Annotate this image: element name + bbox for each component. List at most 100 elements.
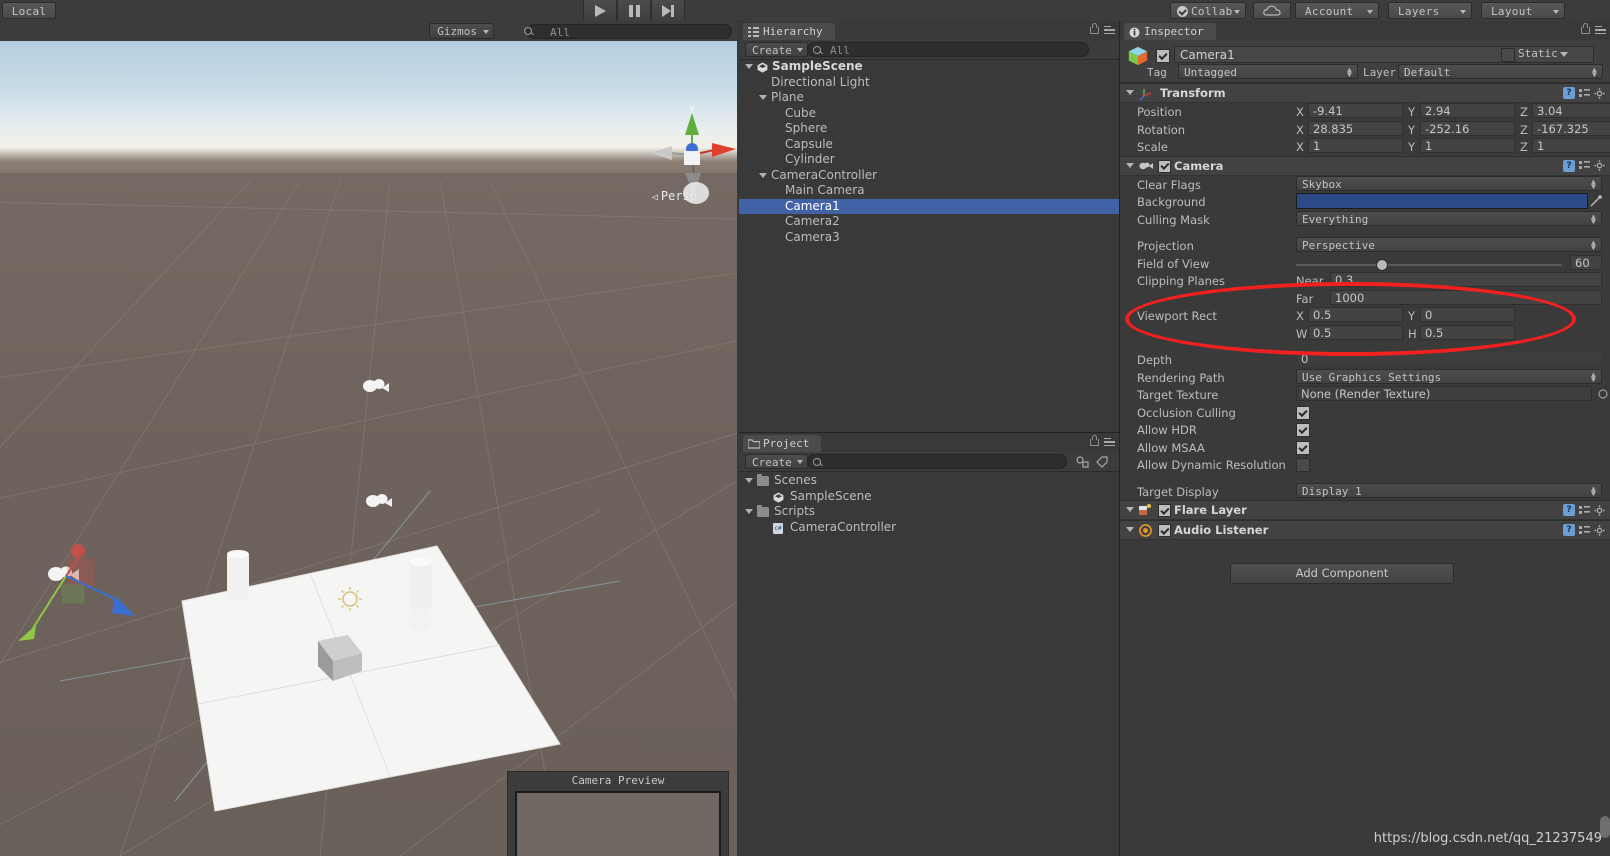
add-component-button[interactable]: Add Component xyxy=(1230,563,1454,584)
gear-icon[interactable] xyxy=(1594,504,1605,516)
filter-by-label-icon[interactable] xyxy=(1096,456,1108,468)
dropdown-culling-mask[interactable]: Everything ▲ ▼ xyxy=(1296,210,1602,226)
checkbox-occlusion-culling[interactable] xyxy=(1296,405,1310,420)
position-x-input[interactable]: 28.835 xyxy=(1308,120,1403,136)
static-checkbox[interactable] xyxy=(1501,48,1515,62)
layer-dropdown[interactable]: Default ▲ ▼ xyxy=(1398,64,1603,79)
expand-triangle-icon[interactable] xyxy=(759,95,767,100)
component-header-audio-listener[interactable]: Audio Listener ? xyxy=(1120,520,1610,540)
gear-icon[interactable] xyxy=(1594,524,1605,536)
expand-triangle-icon[interactable] xyxy=(1126,527,1134,532)
help-icon[interactable]: ? xyxy=(1563,524,1575,536)
gear-icon[interactable] xyxy=(1594,87,1605,99)
component-enabled-checkbox[interactable] xyxy=(1158,159,1171,173)
lock-icon[interactable] xyxy=(1090,435,1099,446)
hierarchy-item-cameracontroller[interactable]: CameraController xyxy=(739,168,1119,184)
cloud-button[interactable] xyxy=(1253,2,1291,19)
pause-button[interactable] xyxy=(617,0,651,21)
account-button[interactable]: Account xyxy=(1295,2,1379,19)
play-button[interactable] xyxy=(583,0,617,21)
viewport-x-input[interactable]: 0.5 xyxy=(1308,307,1403,322)
dropdown-projection[interactable]: Perspective ▲ ▼ xyxy=(1296,237,1602,252)
project-tree[interactable]: Scenes SampleScene Scripts c# CameraControl… xyxy=(739,473,1119,856)
project-item-samplescene[interactable]: SampleScene xyxy=(739,489,1119,505)
expand-triangle-icon[interactable] xyxy=(745,509,753,514)
static-chevron-down-icon[interactable] xyxy=(1560,52,1568,57)
tag-dropdown[interactable]: Untagged ▲ ▼ xyxy=(1178,64,1358,79)
help-icon[interactable]: ? xyxy=(1563,504,1575,516)
dropdown-rendering-path[interactable]: Use Graphics Settings ▲ ▼ xyxy=(1296,368,1602,384)
eyedropper-icon[interactable] xyxy=(1590,195,1602,207)
fov-value-input[interactable]: 60 xyxy=(1570,254,1602,270)
vertical-scrollbar-thumb[interactable] xyxy=(1600,816,1610,838)
hierarchy-item-capsule[interactable]: Capsule xyxy=(739,137,1119,153)
step-button[interactable] xyxy=(651,0,685,21)
help-icon[interactable]: ? xyxy=(1563,159,1575,172)
expand-triangle-icon[interactable] xyxy=(1126,507,1134,512)
component-header-camera[interactable]: Camera ? xyxy=(1120,155,1610,176)
preset-icon[interactable] xyxy=(1579,160,1590,171)
help-icon[interactable]: ? xyxy=(1563,87,1575,99)
hierarchy-item-main-camera[interactable]: Main Camera xyxy=(739,183,1119,199)
expand-triangle-icon[interactable] xyxy=(759,172,767,178)
clipping-near-input[interactable]: 0.3 xyxy=(1330,272,1602,287)
lock-icon[interactable] xyxy=(1090,23,1099,34)
tab-hierarchy[interactable]: Hierarchy xyxy=(743,23,835,40)
project-item-cameracontroller[interactable]: c# CameraController xyxy=(739,520,1119,536)
collab-button[interactable]: Collab xyxy=(1170,2,1246,19)
project-item-scenes[interactable]: Scenes xyxy=(739,473,1119,489)
hierarchy-item-cube[interactable]: Cube xyxy=(739,106,1119,122)
fov-slider-track[interactable] xyxy=(1296,263,1562,266)
tab-inspector[interactable]: Inspector xyxy=(1124,23,1216,40)
hierarchy-item-camera2[interactable]: Camera2 xyxy=(739,214,1119,230)
fov-slider-knob[interactable] xyxy=(1375,258,1388,271)
gear-icon[interactable] xyxy=(1594,160,1605,171)
checkbox-allow-msaa[interactable] xyxy=(1296,440,1310,455)
expand-triangle-icon[interactable] xyxy=(1126,162,1134,168)
depth-input[interactable]: 0 xyxy=(1296,351,1602,366)
tab-project[interactable]: Project xyxy=(743,435,822,452)
expand-triangle-icon[interactable] xyxy=(745,478,753,483)
scene-viewport[interactable]: y Persp Camera Preview xyxy=(0,41,737,856)
viewport-w-input[interactable]: 0.5 xyxy=(1308,324,1403,340)
gameobject-enabled-checkbox[interactable] xyxy=(1156,49,1170,63)
preset-icon[interactable] xyxy=(1579,525,1590,536)
position-z-input[interactable]: -167.325 xyxy=(1532,120,1610,136)
component-header-flare-layer[interactable]: Flare Layer ? xyxy=(1120,500,1610,520)
checkbox-allow-hdr[interactable] xyxy=(1296,423,1310,437)
hierarchy-item-sphere[interactable]: Sphere xyxy=(739,121,1119,137)
project-search-input[interactable] xyxy=(807,454,1067,469)
expand-triangle-icon[interactable] xyxy=(1126,90,1134,95)
transform-mode-button[interactable]: Local xyxy=(2,2,56,19)
viewport-h-input[interactable]: 0.5 xyxy=(1420,324,1515,340)
position-x-input[interactable]: -9.41 xyxy=(1308,103,1403,118)
scene-search-input[interactable]: All xyxy=(527,24,732,39)
project-item-scripts[interactable]: Scripts xyxy=(739,504,1119,520)
preset-icon[interactable] xyxy=(1579,505,1590,516)
project-create-button[interactable]: Create xyxy=(745,454,808,469)
panel-menu-icon[interactable] xyxy=(1595,26,1606,35)
panel-menu-icon[interactable] xyxy=(1104,26,1115,35)
position-y-input[interactable]: 2.94 xyxy=(1420,103,1515,118)
hierarchy-tree[interactable]: SampleScene Directional Light Plane Cube Sph… xyxy=(739,59,1119,432)
filter-by-type-icon[interactable] xyxy=(1076,456,1089,468)
dropdown-clear-flags[interactable]: Skybox ▲ ▼ xyxy=(1296,175,1602,191)
panel-menu-icon[interactable] xyxy=(1104,438,1115,447)
hierarchy-search-input[interactable]: All xyxy=(807,42,1089,57)
hierarchy-item-camera1[interactable]: Camera1 xyxy=(739,198,1119,214)
hierarchy-item-camera3[interactable]: Camera3 xyxy=(739,230,1119,246)
background-color-field[interactable] xyxy=(1296,193,1588,209)
position-z-input[interactable]: 1 xyxy=(1532,138,1610,153)
clipping-far-input[interactable]: 1000 xyxy=(1330,289,1602,305)
hierarchy-item-samplescene[interactable]: SampleScene xyxy=(739,59,1119,75)
viewport-y-input[interactable]: 0 xyxy=(1420,307,1515,322)
component-enabled-checkbox[interactable] xyxy=(1158,504,1171,517)
scene-view-panel[interactable]: Gizmos All y ◁ Persp Camera Preview xyxy=(0,21,737,856)
hierarchy-item-plane[interactable]: Plane xyxy=(739,90,1119,106)
object-picker-icon[interactable] xyxy=(1598,389,1608,399)
component-header-transform[interactable]: Transform ? xyxy=(1120,83,1610,103)
hierarchy-item-cylinder[interactable]: Cylinder xyxy=(739,152,1119,168)
position-z-input[interactable]: 3.04 xyxy=(1532,103,1610,118)
position-x-input[interactable]: 1 xyxy=(1308,138,1403,153)
lock-icon[interactable] xyxy=(1581,23,1590,34)
